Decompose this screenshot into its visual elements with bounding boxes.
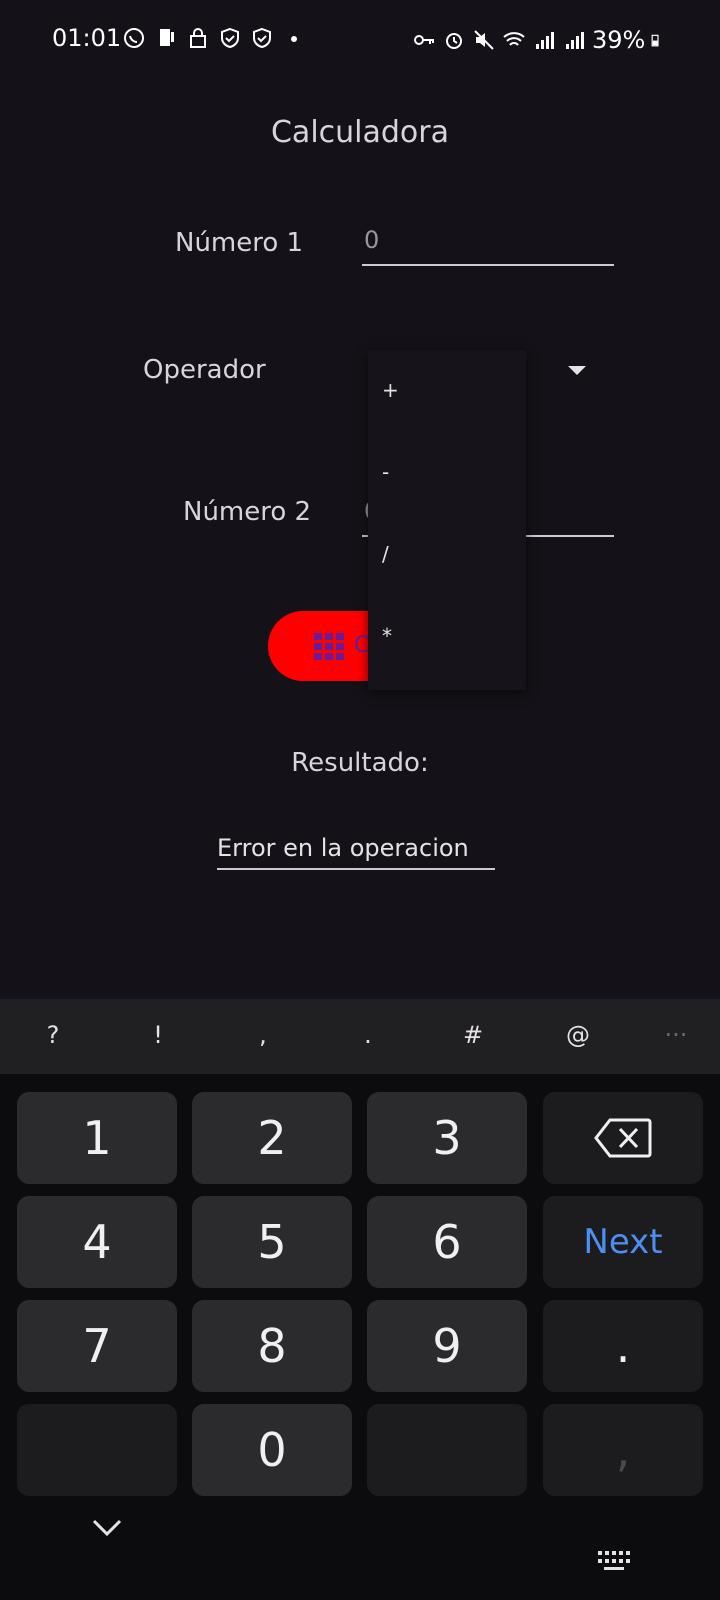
page-title: Calculadora — [270, 115, 449, 150]
numeric-keyboard: ? ! , . # @ ··· 1 2 3 4 5 6 Next 7 8 9 .… — [0, 999, 720, 1600]
key-9[interactable]: 9 — [367, 1300, 527, 1392]
empty-key — [17, 1404, 177, 1496]
operador-label: Operador — [143, 355, 266, 385]
key-0[interactable]: 0 — [192, 1404, 352, 1496]
mute-icon — [474, 30, 494, 50]
hide-keyboard-icon[interactable] — [91, 1518, 123, 1538]
next-key[interactable]: Next — [543, 1196, 703, 1288]
alarm-icon — [446, 33, 462, 49]
symbol-key[interactable]: . — [348, 1021, 388, 1049]
key-3[interactable]: 3 — [367, 1092, 527, 1184]
key-icon — [414, 35, 434, 45]
result-label: Resultado: — [291, 748, 429, 778]
whatsapp-icon — [124, 28, 144, 48]
operator-menu: + - / * — [368, 350, 526, 690]
battery-icon — [651, 34, 659, 47]
lock-icon — [190, 28, 206, 48]
key-2[interactable]: 2 — [192, 1092, 352, 1184]
key-7[interactable]: 7 — [17, 1300, 177, 1392]
shield-icon — [221, 27, 239, 49]
menu-item-multiply[interactable]: * — [382, 624, 392, 648]
phone-icon — [160, 29, 174, 46]
key-5[interactable]: 5 — [192, 1196, 352, 1288]
keyboard-switch-icon[interactable] — [598, 1551, 632, 1573]
status-bar: 01:01 39% — [0, 0, 720, 80]
backspace-key[interactable] — [543, 1092, 703, 1184]
dot-icon — [291, 36, 297, 42]
backspace-icon — [594, 1118, 652, 1158]
key-6[interactable]: 6 — [367, 1196, 527, 1288]
more-symbols-icon[interactable]: ··· — [656, 1021, 696, 1049]
symbol-bar: ? ! , . # @ ··· — [0, 999, 720, 1074]
empty-key — [367, 1404, 527, 1496]
symbol-key[interactable]: ? — [33, 1021, 73, 1049]
key-4[interactable]: 4 — [17, 1196, 177, 1288]
numero1-label: Número 1 — [175, 228, 304, 258]
symbol-key[interactable]: # — [453, 1021, 493, 1049]
battery-percent: 39% — [592, 26, 646, 54]
status-left-icons — [122, 26, 306, 50]
symbol-key[interactable]: ! — [138, 1021, 178, 1049]
dropdown-arrow-icon[interactable] — [568, 366, 586, 375]
grid-icon — [314, 633, 344, 660]
decimal-key[interactable]: . — [543, 1300, 703, 1392]
symbol-key[interactable]: , — [243, 1021, 283, 1049]
status-time: 01:01 — [52, 24, 122, 52]
key-1[interactable]: 1 — [17, 1092, 177, 1184]
menu-item-minus[interactable]: - — [382, 460, 389, 484]
symbol-key[interactable]: @ — [558, 1021, 598, 1049]
result-field: Error en la operacion — [217, 834, 495, 870]
status-right-icons: 39% — [412, 26, 665, 54]
numero2-label: Número 2 — [183, 497, 312, 527]
menu-item-divide[interactable]: / — [382, 542, 389, 566]
comma-key[interactable]: , — [543, 1404, 703, 1496]
key-8[interactable]: 8 — [192, 1300, 352, 1392]
signal-icon — [566, 32, 584, 49]
signal-icon — [536, 32, 554, 49]
menu-item-plus[interactable]: + — [382, 378, 399, 402]
shield-icon — [253, 27, 271, 49]
calculate-button[interactable]: C — [268, 611, 370, 681]
wifi-icon — [503, 32, 525, 46]
numero1-input[interactable]: 0 — [362, 226, 614, 266]
